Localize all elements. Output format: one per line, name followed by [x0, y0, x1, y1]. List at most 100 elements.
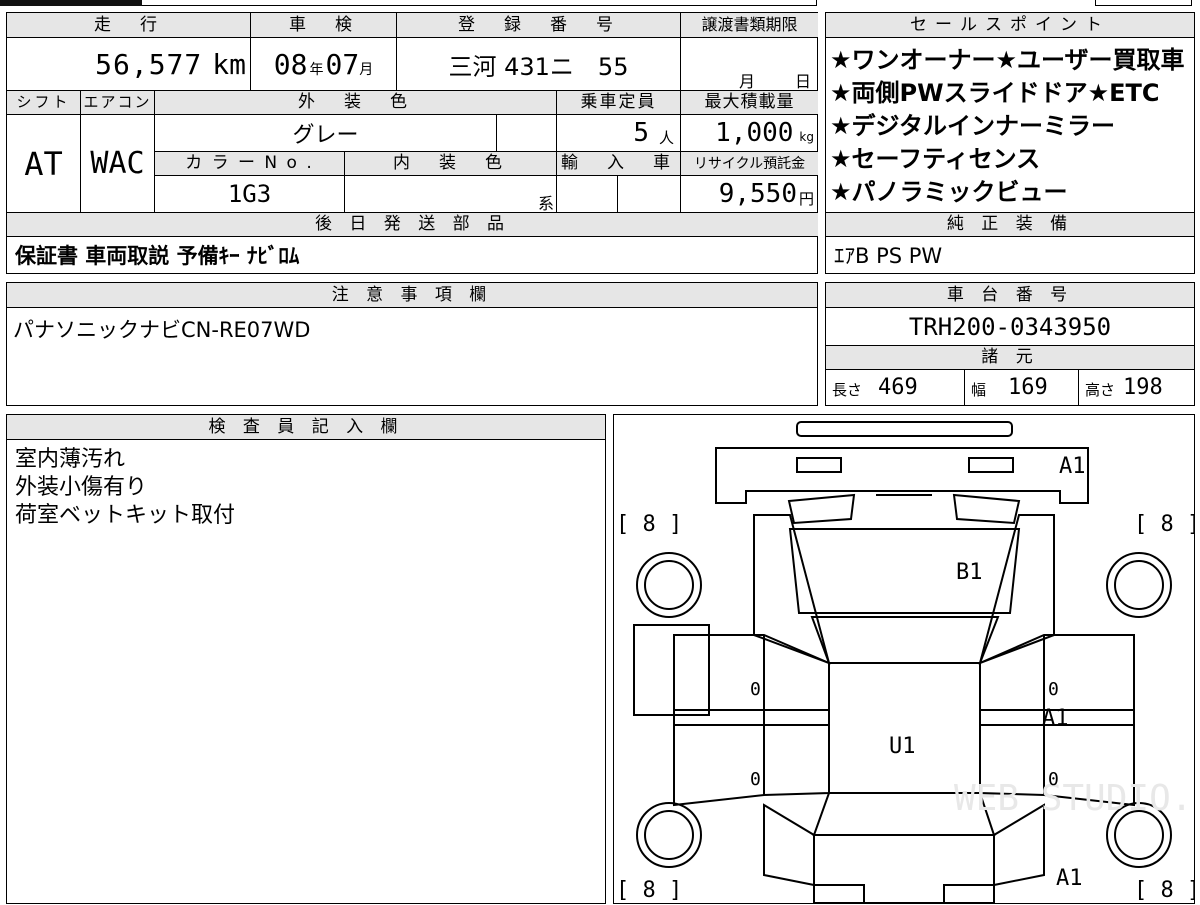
inspection-cell: 08 年 07 月	[250, 37, 396, 90]
sales-point-item: ★両側PWスライドドア★ETC	[830, 79, 1160, 107]
left-door-front-code: 0	[750, 679, 761, 700]
notes-header: 注 意 事 項 欄	[7, 283, 817, 307]
max-load-unit: kg	[799, 130, 814, 144]
windshield-panel	[810, 616, 1000, 664]
left-side-step	[674, 709, 829, 726]
exterior-color-cell: グレー	[154, 114, 496, 151]
aircon-cell: WAC	[80, 114, 154, 212]
wheel-rear-left-inner	[644, 810, 694, 860]
exterior-color-extra-cell	[496, 114, 556, 151]
inspector-line: 荷室ベットキット取付	[15, 503, 236, 528]
inspection-header: 車 検	[250, 13, 396, 37]
inspection-year: 08	[273, 47, 308, 81]
car-diagram-box: WEB STUDIO.JP [ 8 ] [ 8 ] [ 8 ] [ 8 ] A1…	[613, 414, 1195, 904]
notes-value: パナソニックナビCN-RE07WD	[13, 318, 311, 342]
left-door-rear-code: 0	[750, 769, 761, 790]
color-no-header: カ ラ ー N o .	[154, 151, 344, 175]
spoiler-panel	[796, 421, 1013, 437]
right-side-code: A1	[1042, 706, 1069, 731]
interior-color-suffix: 系	[537, 194, 554, 213]
front-bumper-code: A1	[1059, 454, 1086, 479]
recycle-unit: 円	[798, 189, 814, 208]
recycle-cell: 9,550 円	[680, 175, 818, 212]
sales-point-item: ★セーフティセンス	[830, 145, 1041, 173]
aircon-value: WAC	[90, 146, 145, 181]
width-value: 169	[1008, 375, 1048, 400]
transfer-deadline-cell: 月 日	[680, 37, 818, 91]
later-parts-cell: 保証書 車両取説 予備ｷｰ ﾅﾋﾞﾛﾑ	[7, 236, 818, 273]
capacity-header: 乗車定員	[556, 90, 680, 114]
spec-width-cell: 幅 169	[964, 369, 1078, 405]
length-label: 長さ	[832, 381, 863, 399]
mileage-header: 走 行	[7, 13, 250, 37]
genuine-equipment-value: ｴｱB PS PW	[834, 244, 943, 268]
capacity-cell: 5 人	[556, 114, 680, 151]
chassis-header: 車 台 番 号	[826, 283, 1194, 307]
later-parts-value: 保証書 車両取説 予備ｷｰ ﾅﾋﾞﾛﾑ	[15, 244, 300, 268]
wheel-front-right-inner	[1114, 560, 1164, 610]
sales-point-item: ★デジタルインナーミラー	[830, 112, 1116, 140]
later-parts-header: 後 日 発 送 部 品	[7, 212, 818, 236]
inspector-box: 検 査 員 記 入 欄 室内薄汚れ 外装小傷有り 荷室ベットキット取付	[6, 414, 606, 904]
exterior-color-value: グレー	[292, 123, 359, 148]
vehicle-info-table: 走 行 車 検 登 録 番 号 譲渡書類期限 56,577 km 08 年 07…	[6, 12, 818, 274]
registration-header: 登 録 番 号	[396, 13, 680, 37]
fog-lamp-left	[796, 457, 842, 473]
sales-points-list: ★ワンオーナー★ユーザー買取車 ★両側PWスライドドア★ETC ★デジタルインナ…	[826, 37, 1194, 212]
height-label: 高さ	[1085, 381, 1116, 399]
sales-point-item: ★パノラミックビュー	[830, 178, 1068, 206]
chassis-box: 車 台 番 号 TRH200-0343950 諸 元 長さ 469 幅 169 …	[825, 282, 1195, 406]
tail-lamp-right	[943, 884, 995, 903]
capacity-unit: 人	[658, 128, 674, 147]
inspection-month: 07	[325, 47, 360, 81]
max-load-value: 1,000	[715, 118, 794, 148]
car-diagram: WEB STUDIO.JP [ 8 ] [ 8 ] [ 8 ] [ 8 ] A1…	[616, 421, 1194, 903]
spec-length-cell: 長さ 469	[826, 369, 964, 405]
sales-point-item: ★ワンオーナー★ユーザー買取車	[830, 46, 1185, 74]
tire-rear-right-code: [ 8 ]	[1134, 878, 1194, 903]
max-load-header: 最大積載量	[680, 90, 818, 114]
inspector-notes: 室内薄汚れ 外装小傷有り 荷室ベットキット取付	[7, 439, 605, 905]
height-value: 198	[1123, 375, 1163, 400]
length-value: 469	[878, 375, 918, 400]
inspector-line: 外装小傷有り	[15, 475, 148, 500]
sales-points-box: セールスポイント ★ワンオーナー★ユーザー買取車 ★両側PWスライドドア★ETC…	[825, 12, 1195, 274]
recycle-value: 9,550	[718, 179, 797, 209]
transfer-day-unit: 日	[795, 72, 812, 91]
inspector-line: 室内薄汚れ	[15, 447, 126, 472]
shift-cell: AT	[7, 114, 80, 212]
genuine-equipment-cell: ｴｱB PS PW	[826, 236, 1194, 273]
headlamp-left	[787, 493, 856, 525]
spec-height-cell: 高さ 198	[1078, 369, 1194, 405]
quarter-left	[763, 803, 815, 887]
interior-color-header: 内 装 色	[344, 151, 556, 175]
mileage-unit: km	[212, 47, 246, 81]
right-door-front-code: 0	[1048, 679, 1059, 700]
tire-front-left-code: [ 8 ]	[616, 512, 682, 537]
color-no-value: 1G3	[227, 180, 272, 208]
wheel-front-right	[1106, 552, 1172, 618]
wheel-front-left-inner	[644, 560, 694, 610]
notes-box: 注 意 事 項 欄 パナソニックナビCN-RE07WD	[6, 282, 818, 406]
specs-header: 諸 元	[826, 345, 1194, 369]
mileage-value: 56,577	[95, 47, 203, 81]
fog-lamp-right	[968, 457, 1014, 473]
month-unit: 月	[359, 62, 374, 78]
import-cell-right	[617, 175, 680, 212]
wheel-front-left	[636, 552, 702, 618]
exterior-color-header: 外 装 色	[154, 90, 556, 114]
left-fender-side	[633, 624, 710, 716]
chassis-value: TRH200-0343950	[908, 312, 1112, 341]
right-door-rear-code: 0	[1048, 769, 1059, 790]
shift-header: シフト	[7, 90, 80, 114]
tire-front-right-code: [ 8 ]	[1134, 512, 1194, 537]
max-load-cell: 1,000 kg	[680, 114, 818, 151]
tire-rear-left-code: [ 8 ]	[616, 878, 682, 903]
notes-cell: パナソニックナビCN-RE07WD	[7, 307, 817, 405]
headlamp-right	[952, 493, 1021, 525]
roof-panel	[828, 662, 981, 794]
chassis-cell: TRH200-0343950	[826, 307, 1194, 345]
watermark-text: WEB STUDIO.JP	[954, 778, 1194, 819]
capacity-value: 5	[633, 118, 649, 148]
year-unit: 年	[309, 62, 324, 78]
